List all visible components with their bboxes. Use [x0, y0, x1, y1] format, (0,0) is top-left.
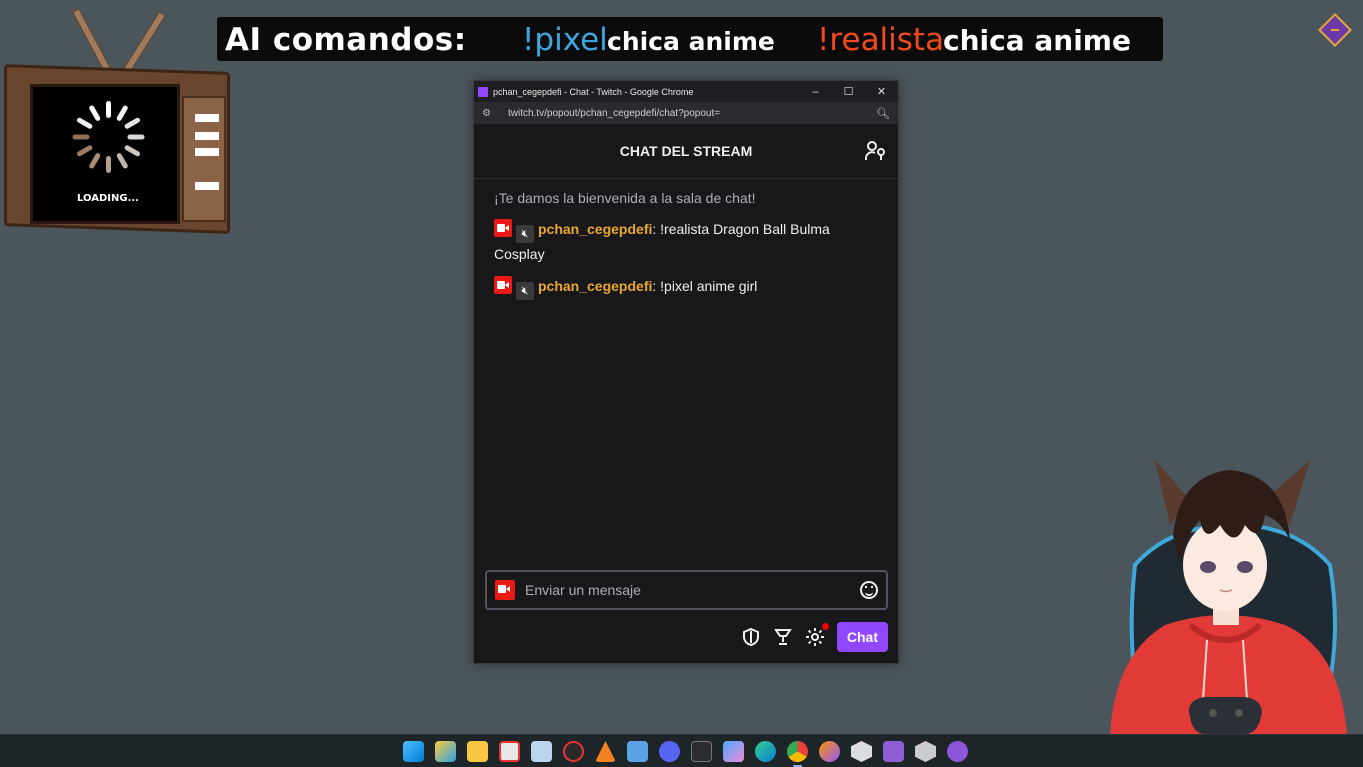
banner-command-realista: !realista: [817, 22, 945, 58]
send-chat-button[interactable]: Chat: [836, 622, 888, 652]
chat-message: 🔇︎ pchan_cegepdefi: !realista Dragon Ball…: [494, 218, 878, 265]
commands-banner: AI comandos: !pixel chica anime !realist…: [217, 17, 1163, 61]
snipping-tool-icon[interactable]: [499, 741, 520, 762]
leaderboard-cup-icon[interactable]: [773, 627, 793, 647]
chat-header-title: CHAT DEL STREAM: [619, 143, 753, 159]
mail-icon[interactable]: [435, 741, 456, 762]
tv-antenna-left: [72, 8, 112, 74]
tv-antenna-right: [122, 11, 166, 75]
game-app-icon[interactable]: [915, 741, 936, 762]
retro-tv: LOADING...: [0, 0, 240, 240]
tv-control-panel: [182, 96, 226, 222]
address-bar[interactable]: ⚙ twitch.tv/popout/pchan_cegepdefi/chat?…: [474, 102, 898, 124]
loading-text: LOADING...: [77, 193, 139, 204]
minimize-button[interactable]: –: [799, 81, 832, 102]
maximize-button[interactable]: ☐: [832, 81, 865, 102]
chat-messages: ¡Te damos la bienvenida a la sala de cha…: [474, 179, 898, 300]
settings-gear-icon[interactable]: [805, 623, 829, 647]
chat-input-box[interactable]: [485, 570, 888, 610]
taskbar: [0, 734, 1363, 767]
banner-command-pixel: !pixel: [522, 22, 608, 58]
community-users-icon[interactable]: [864, 139, 888, 163]
firefox-icon[interactable]: [819, 741, 840, 762]
chat-actions: Chat: [741, 622, 888, 652]
banner-title: AI comandos:: [225, 22, 467, 58]
banner-text-pixel: chica anime: [607, 27, 775, 56]
address-url[interactable]: twitch.tv/popout/pchan_cegepdefi/chat?po…: [508, 108, 720, 119]
notification-dot: [821, 623, 829, 630]
vs-code-icon[interactable]: [531, 741, 552, 762]
vlc-icon[interactable]: [595, 741, 616, 762]
muted-badge-icon[interactable]: 🔇︎: [516, 282, 534, 300]
chat-message: 🔇︎ pchan_cegepdefi: !pixel anime girl: [494, 275, 878, 300]
emoji-picker-icon[interactable]: [860, 581, 878, 599]
chat-username[interactable]: pchan_cegepdefi: [538, 278, 652, 294]
loading-spinner-icon: [72, 101, 145, 173]
visual-studio-icon[interactable]: [883, 741, 904, 762]
site-settings-icon[interactable]: ⚙: [482, 108, 496, 119]
close-button[interactable]: ✕: [865, 81, 898, 102]
broadcaster-badge-icon[interactable]: [494, 276, 512, 294]
chat-message-text: : !pixel anime girl: [652, 278, 758, 294]
discord-icon[interactable]: [659, 741, 680, 762]
zoom-icon[interactable]: 🔍︎: [876, 107, 890, 120]
chat-username[interactable]: pchan_cegepdefi: [538, 221, 652, 237]
edge-icon[interactable]: [755, 741, 776, 762]
welcome-message: ¡Te damos la bienvenida a la sala de cha…: [494, 190, 756, 206]
windows-start-icon[interactable]: [403, 741, 424, 762]
chat-input[interactable]: [525, 582, 860, 598]
input-badge-icon[interactable]: [495, 580, 515, 600]
davinci-icon[interactable]: [563, 741, 584, 762]
tv-screen: LOADING...: [30, 84, 180, 224]
copilot-icon[interactable]: [723, 741, 744, 762]
twitch-favicon-icon: [478, 86, 488, 97]
diamond-logo-icon: [1318, 13, 1352, 47]
terminal-icon[interactable]: [691, 741, 712, 762]
file-explorer-icon[interactable]: [467, 741, 488, 762]
chat-header: CHAT DEL STREAM: [474, 124, 898, 179]
chrome-chat-window: pchan_cegepdefi - Chat - Twitch - Google…: [473, 80, 899, 664]
vtuber-avatar: [1110, 460, 1347, 734]
broadcaster-badge-icon[interactable]: [494, 219, 512, 237]
window-titlebar[interactable]: pchan_cegepdefi - Chat - Twitch - Google…: [474, 81, 898, 102]
github-desktop-icon[interactable]: [947, 741, 968, 762]
chrome-icon[interactable]: [787, 741, 808, 767]
notepad-icon[interactable]: [627, 741, 648, 762]
window-title: pchan_cegepdefi - Chat - Twitch - Google…: [493, 86, 694, 97]
muted-badge-icon[interactable]: 🔇︎: [516, 225, 534, 243]
banner-text-realista: chica anime: [943, 24, 1131, 57]
shield-icon[interactable]: [741, 627, 761, 647]
unity-icon[interactable]: [851, 741, 872, 762]
